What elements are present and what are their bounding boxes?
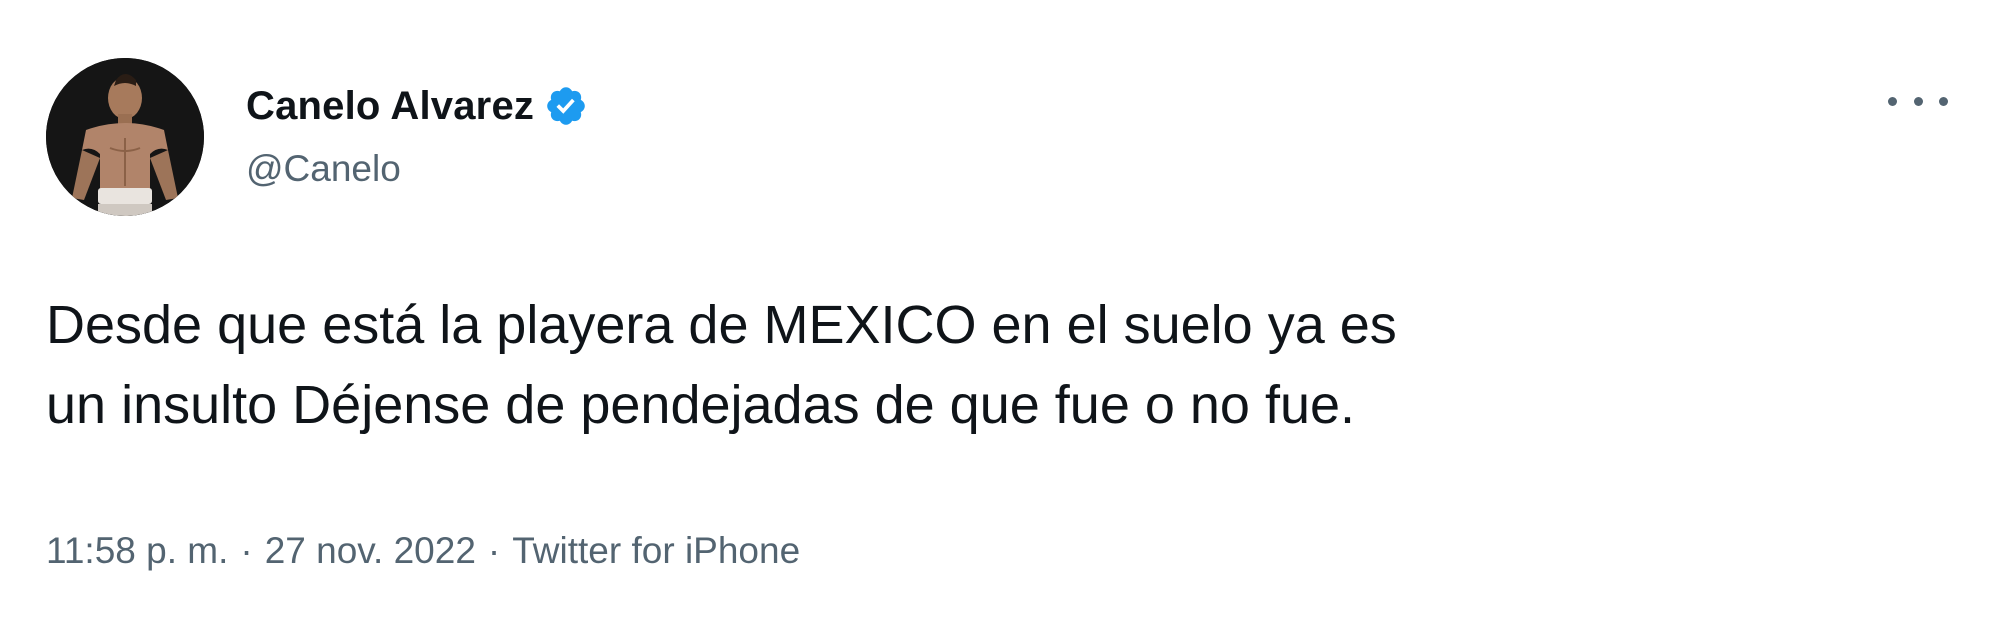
- more-options-button[interactable]: [1888, 86, 1948, 116]
- verified-badge-icon: [544, 84, 588, 128]
- more-dots-icon: [1939, 96, 1948, 106]
- profile-photo-icon: [46, 58, 204, 216]
- tweet-source[interactable]: Twitter for iPhone: [512, 530, 800, 572]
- more-dots-icon: [1888, 96, 1897, 106]
- tweet-time[interactable]: 11:58 p. m.: [46, 530, 228, 572]
- tweet-date[interactable]: 27 nov. 2022: [265, 530, 476, 572]
- meta-separator: ·: [240, 530, 253, 571]
- display-name[interactable]: Canelo Alvarez: [246, 84, 534, 129]
- tweet-text-line: un insulto Déjense de pendejadas de que …: [46, 375, 1356, 435]
- meta-separator: ·: [487, 530, 501, 571]
- avatar[interactable]: [46, 58, 204, 216]
- user-name-row: Canelo Alvarez: [246, 80, 588, 132]
- tweet-text: Desde que está la playera de MEXICO en e…: [46, 285, 1946, 445]
- tweet-card: Canelo Alvarez @Canelo Desde que está la…: [0, 0, 2003, 620]
- tweet-metadata: 11:58 p. m. · 27 nov. 2022 · Twitter for…: [46, 530, 800, 572]
- more-dots-icon: [1913, 96, 1923, 106]
- user-handle[interactable]: @Canelo: [246, 148, 401, 190]
- tweet-text-line: Desde que está la playera de MEXICO en e…: [46, 295, 1397, 355]
